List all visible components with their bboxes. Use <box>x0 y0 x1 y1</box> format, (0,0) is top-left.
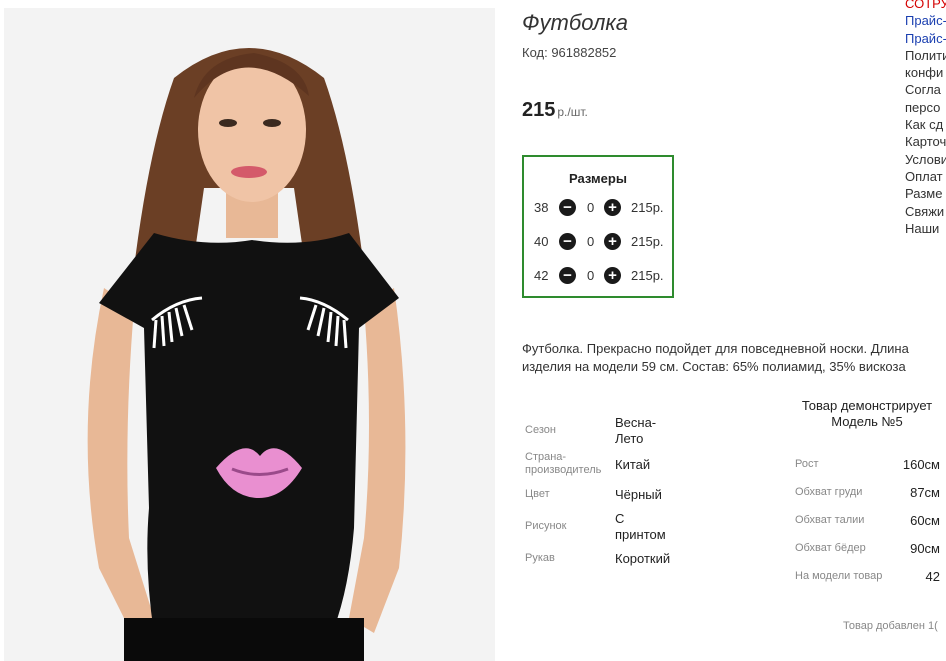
model-param-label: Обхват бёдер <box>795 542 866 554</box>
model-param-value: 60см <box>910 513 940 528</box>
sizes-panel: Размеры 38 − 0 + 215р. 40 − 0 + 215р. 42… <box>522 155 674 298</box>
side-link[interactable]: конфи <box>905 64 946 81</box>
attr-label: Рисунок <box>525 520 567 532</box>
size-label: 40 <box>534 234 549 249</box>
model-param-label: Обхват груди <box>795 486 863 498</box>
model-param-value: 90см <box>910 541 940 556</box>
side-link[interactable]: Наши <box>905 220 946 237</box>
size-qty[interactable]: 0 <box>587 234 594 249</box>
size-label: 42 <box>534 268 549 283</box>
side-link[interactable]: Услови <box>905 151 946 168</box>
model-heading-line1: Товар демонстрирует <box>801 398 933 413</box>
attr-value: Чёрный <box>615 487 662 502</box>
model-heading: Товар демонстрирует Модель №5 <box>787 398 946 430</box>
model-param-label: Рост <box>795 458 819 470</box>
side-link[interactable]: персо <box>905 99 946 116</box>
minus-button[interactable]: − <box>559 199 576 216</box>
attr-value: Весна-Лето <box>615 415 657 446</box>
side-link[interactable]: Как сд <box>905 116 946 133</box>
sizes-title: Размеры <box>569 171 627 186</box>
model-param-value: 42 <box>925 569 940 584</box>
side-link[interactable]: Согла <box>905 81 946 98</box>
minus-button[interactable]: − <box>559 267 576 284</box>
model-heading-line2: Модель №5 <box>831 414 903 429</box>
attr-label: Рукав <box>525 552 555 564</box>
model-param-value: 87см <box>910 485 940 500</box>
minus-button[interactable]: − <box>559 233 576 250</box>
attr-label: Страна-производитель <box>525 451 602 476</box>
size-qty[interactable]: 0 <box>587 200 594 215</box>
side-link[interactable]: Свяжи <box>905 203 946 220</box>
plus-button[interactable]: + <box>604 199 621 216</box>
model-param-label: Обхват талии <box>795 514 865 526</box>
size-label: 38 <box>534 200 549 215</box>
price-value: 215 <box>522 99 556 121</box>
plus-button[interactable]: + <box>604 233 621 250</box>
attr-value: Короткий <box>615 551 671 566</box>
model-param-value: 160см <box>902 457 940 472</box>
size-price: 215р. <box>631 268 664 283</box>
product-photo[interactable] <box>4 8 495 661</box>
side-link[interactable]: Прайс- <box>905 30 946 47</box>
added-date: Товар добавлен 1( <box>843 620 938 632</box>
model-param-label: На модели товар <box>795 570 883 582</box>
model-illustration <box>87 48 406 661</box>
side-link[interactable]: Карточ <box>905 133 946 150</box>
side-link[interactable]: Полити <box>905 47 946 64</box>
product-description: Футболка. Прекрасно подойдет для повседн… <box>522 341 909 374</box>
product-title: Футболка <box>522 10 628 35</box>
size-price: 215р. <box>631 234 664 249</box>
sidebar-links: СОТРУ Прайс- Прайс- Полити конфи Согла п… <box>905 0 946 237</box>
product-price: 215 р./шт. <box>522 99 588 122</box>
side-link[interactable]: Оплат <box>905 168 946 185</box>
attr-value: С принтом <box>615 511 666 542</box>
size-qty[interactable]: 0 <box>587 268 594 283</box>
size-row: 40 − 0 + 215р. <box>534 232 674 252</box>
product-code: Код: 961882852 <box>522 45 617 60</box>
size-price: 215р. <box>631 200 664 215</box>
size-row: 42 − 0 + 215р. <box>534 266 674 286</box>
side-link[interactable]: Прайс- <box>905 12 946 29</box>
attr-label: Цвет <box>525 488 550 500</box>
tshirt-shape <box>99 233 399 633</box>
attr-label: Сезон <box>525 424 556 436</box>
plus-button[interactable]: + <box>604 267 621 284</box>
side-link[interactable]: СОТРУ <box>905 0 946 12</box>
attr-value: Китай <box>615 457 651 472</box>
size-row: 38 − 0 + 215р. <box>534 198 674 218</box>
side-link[interactable]: Разме <box>905 185 946 202</box>
price-unit: р./шт. <box>557 105 588 119</box>
